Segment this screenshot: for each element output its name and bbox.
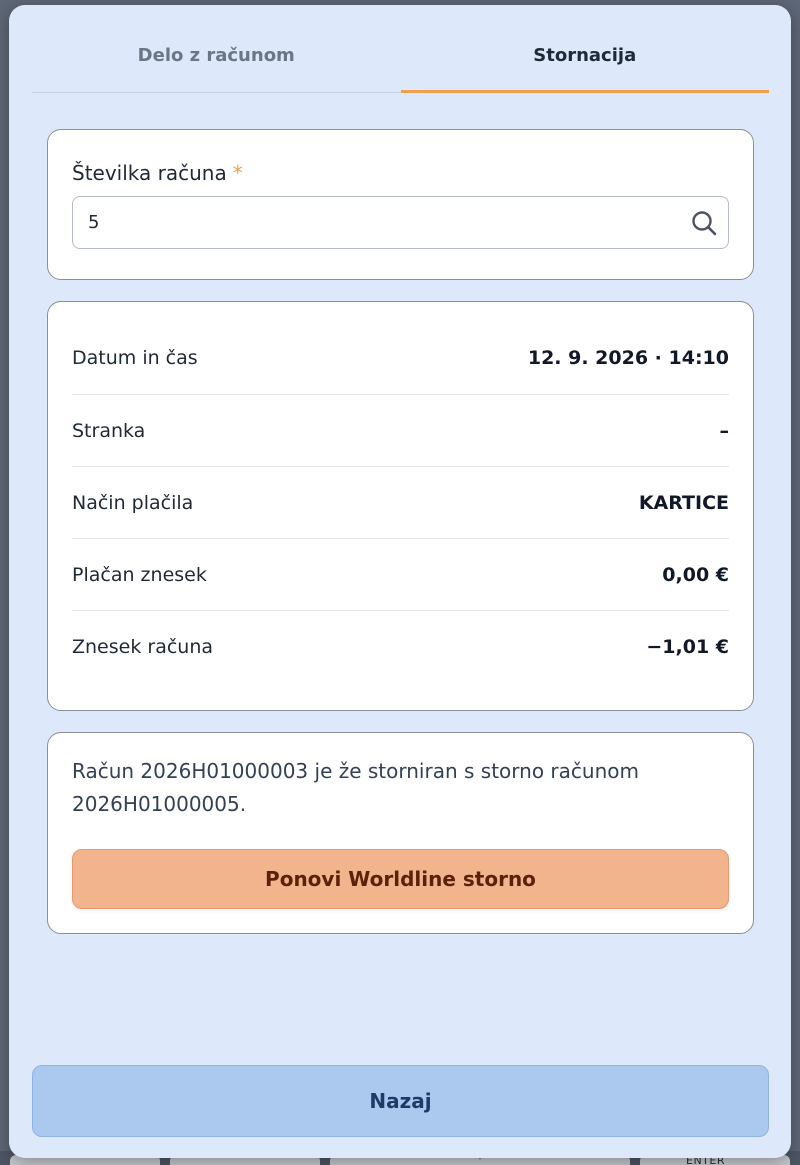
detail-row-customer: Stranka – [72,394,729,466]
required-marker: * [232,161,243,185]
retry-worldline-storno-button[interactable]: Ponovi Worldline storno [72,849,729,909]
invoice-number-input[interactable] [73,197,728,248]
detail-value: 0,00 € [662,563,729,586]
detail-value: −1,01 € [646,635,729,658]
storno-modal: Delo z računom Stornacija Številka račun… [9,5,791,1158]
tab-bar: Delo z računom Stornacija [32,27,769,93]
storno-notice-text: Račun 2026H01000003 je že storniran s st… [72,759,639,816]
detail-value: KARTICE [638,491,729,514]
detail-label: Plačan znesek [72,563,207,586]
storno-notice-card: Račun 2026H01000003 je že storniran s st… [47,732,754,934]
detail-label: Način plačila [72,491,194,514]
tab-delo-z-racunom[interactable]: Delo z računom [32,27,401,92]
invoice-details-card: Datum in čas 12. 9. 2026 · 14:10 Stranka… [47,301,754,711]
detail-value: – [719,419,730,442]
tab-stornacija[interactable]: Stornacija [400,27,770,93]
invoice-search-card: Številka računa * [47,129,754,280]
invoice-number-label: Številka računa * [72,161,243,185]
search-icon[interactable] [690,209,718,237]
invoice-number-field [72,196,729,249]
detail-row-invoice-amount: Znesek računa −1,01 € [72,610,729,682]
detail-row-payment-method: Način plačila KARTICE [72,466,729,538]
detail-label: Znesek računa [72,635,214,658]
detail-label: Datum in čas [72,347,198,369]
invoice-number-label-text: Številka računa [72,161,227,185]
detail-row-paid-amount: Plačan znesek 0,00 € [72,538,729,610]
back-button[interactable]: Nazaj [32,1065,769,1137]
detail-label: Stranka [72,419,146,442]
detail-value: 12. 9. 2026 · 14:10 [527,347,729,369]
detail-row-datetime: Datum in čas 12. 9. 2026 · 14:10 [72,322,729,394]
